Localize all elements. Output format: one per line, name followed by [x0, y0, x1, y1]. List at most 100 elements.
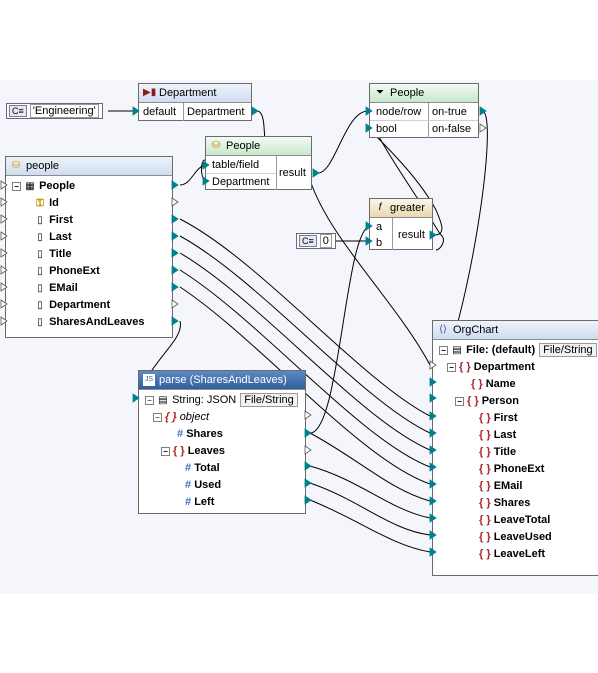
collapse-icon[interactable]: − [161, 446, 170, 456]
people-filter[interactable]: ⏷ People node/row bool on-true on-false [369, 83, 479, 138]
table-people[interactable]: − ▦ People [12, 178, 75, 195]
department-in-default[interactable]: default [143, 104, 176, 120]
lookup-in-department[interactable]: Department [212, 174, 269, 190]
zero-value[interactable]: 0 [319, 234, 332, 248]
number-icon: # [185, 479, 192, 491]
orgchart-leaveleft[interactable]: { } LeaveLeft [479, 546, 545, 563]
orgchart-department[interactable]: −{ } Department [447, 359, 535, 376]
orgchart-person[interactable]: −{ } Person [455, 393, 519, 410]
field-sharesandleaves[interactable]: ▯ SharesAndLeaves [34, 314, 144, 331]
department-out[interactable]: Department [187, 104, 244, 120]
filter-out-on-false[interactable]: on-false [432, 121, 471, 137]
field-last[interactable]: ▯ Last [34, 229, 71, 246]
column-icon: ▯ [37, 232, 43, 243]
json-parse-component[interactable]: JS parse (SharesAndLeaves) − ▤ String: JS… [138, 370, 306, 514]
people-lookup-title: People [226, 140, 261, 152]
parse-used[interactable]: # Used [185, 477, 221, 494]
greater-in-a[interactable]: a [376, 219, 382, 235]
xml-file-icon: ⟨⟩ [439, 324, 447, 335]
collapse-icon[interactable]: − [153, 412, 162, 422]
orgchart-title-field[interactable]: { } Title [479, 444, 516, 461]
field-first[interactable]: ▯ First [34, 212, 73, 229]
greater-title: greater [390, 202, 425, 214]
orgchart-name[interactable]: { } Name [471, 376, 516, 393]
parse-leaves[interactable]: −{ } Leaves [161, 443, 225, 460]
column-icon: ▯ [37, 283, 43, 294]
mapping-canvas[interactable]: C≡ 'Engineering' ▶▮ Department default D… [0, 80, 598, 594]
table-icon: ▦ [25, 181, 35, 192]
greater-function[interactable]: f greater a b result [369, 198, 433, 250]
field-title[interactable]: ▯ Title [34, 246, 71, 263]
orgchart-title: OrgChart [453, 324, 499, 336]
column-icon: ▯ [37, 249, 43, 260]
column-icon: ▯ [37, 266, 43, 277]
column-icon: ▯ [37, 215, 43, 226]
orgchart-file[interactable]: − ▤ File: (default) File/String [439, 342, 597, 359]
greater-in-b[interactable]: b [376, 235, 382, 251]
field-phoneext[interactable]: ▯ PhoneExt [34, 263, 100, 280]
collapse-icon[interactable]: − [439, 345, 448, 355]
lookup-in-table-field[interactable]: table/field [212, 157, 259, 173]
constant-icon: C≡ [9, 105, 27, 117]
file-icon: ▤ [452, 345, 462, 356]
key-icon: ⚿ [36, 198, 44, 209]
collapse-icon[interactable]: − [145, 395, 154, 405]
department-function-title: Department [159, 87, 217, 99]
engineering-value[interactable]: 'Engineering' [29, 104, 99, 118]
lookup-out-result[interactable]: result [279, 165, 306, 181]
filter-icon: ⏷ [376, 87, 384, 98]
greater-out-result[interactable]: result [398, 227, 425, 243]
orgchart-first[interactable]: { } First [479, 410, 518, 427]
field-department[interactable]: ▯ Department [34, 297, 110, 314]
file-icon: ▤ [158, 395, 168, 406]
function-icon: f [378, 202, 382, 213]
orgchart-leavetotal[interactable]: { } LeaveTotal [479, 512, 550, 529]
number-icon: # [185, 462, 192, 474]
parse-left[interactable]: # Left [185, 494, 214, 511]
filter-in-bool[interactable]: bool [376, 121, 397, 137]
wire-lookup-to-filter [317, 110, 369, 174]
people-database-component[interactable]: ⛁ people − ▦ People ⚿ Id ▯ First ▯ Last ▯… [5, 156, 173, 338]
parse-title: parse (SharesAndLeaves) [159, 374, 287, 386]
collapse-icon[interactable]: − [447, 362, 456, 372]
engineering-constant[interactable]: C≡ 'Engineering' [6, 103, 103, 119]
function-icon: ▶▮ [143, 87, 157, 98]
orgchart-leaveused[interactable]: { } LeaveUsed [479, 529, 552, 546]
collapse-icon[interactable]: − [455, 396, 464, 406]
wire-shares-to-a [309, 225, 371, 434]
database-icon: ⛁ [11, 160, 21, 171]
field-id[interactable]: ⚿ Id [34, 195, 59, 212]
wire-left [309, 499, 431, 553]
column-icon: ▯ [37, 317, 43, 328]
filter-in-node-row[interactable]: node/row [376, 104, 421, 120]
orgchart-shares[interactable]: { } Shares [479, 495, 530, 512]
people-db-title: people [26, 160, 60, 172]
file-string-button[interactable]: File/String [539, 343, 597, 357]
parse-object[interactable]: −{ } object [153, 409, 209, 426]
people-lookup[interactable]: ⛁ People table/field Department result [205, 136, 312, 190]
parse-total[interactable]: # Total [185, 460, 220, 477]
file-string-button[interactable]: File/String [240, 393, 298, 407]
column-icon: ▯ [37, 300, 43, 311]
filter-out-on-true[interactable]: on-true [432, 104, 467, 120]
field-email[interactable]: ▯ EMail [34, 280, 78, 297]
collapse-icon[interactable]: − [12, 181, 21, 191]
constant-icon: C≡ [299, 235, 317, 247]
parse-shares[interactable]: # Shares [177, 426, 223, 443]
wire-total [309, 465, 431, 519]
orgchart-phoneext[interactable]: { } PhoneExt [479, 461, 544, 478]
zero-constant[interactable]: C≡ 0 [296, 233, 336, 249]
json-icon: JS [143, 374, 155, 386]
parse-root[interactable]: − ▤ String: JSON File/String [145, 392, 298, 409]
department-function[interactable]: ▶▮ Department default Department [138, 83, 252, 121]
orgchart-email[interactable]: { } EMail [479, 478, 522, 495]
wire-used [309, 482, 431, 536]
number-icon: # [185, 496, 192, 508]
wire-shares-out [309, 432, 431, 502]
number-icon: # [177, 428, 184, 440]
orgchart-component[interactable]: ⟨⟩ OrgChart − ▤ File: (default) File/Strin… [432, 320, 598, 576]
orgchart-last[interactable]: { } Last [479, 427, 516, 444]
wire-people-to-lookup [179, 164, 208, 186]
people-filter-title: People [390, 87, 425, 99]
database-lookup-icon: ⛁ [211, 140, 221, 151]
